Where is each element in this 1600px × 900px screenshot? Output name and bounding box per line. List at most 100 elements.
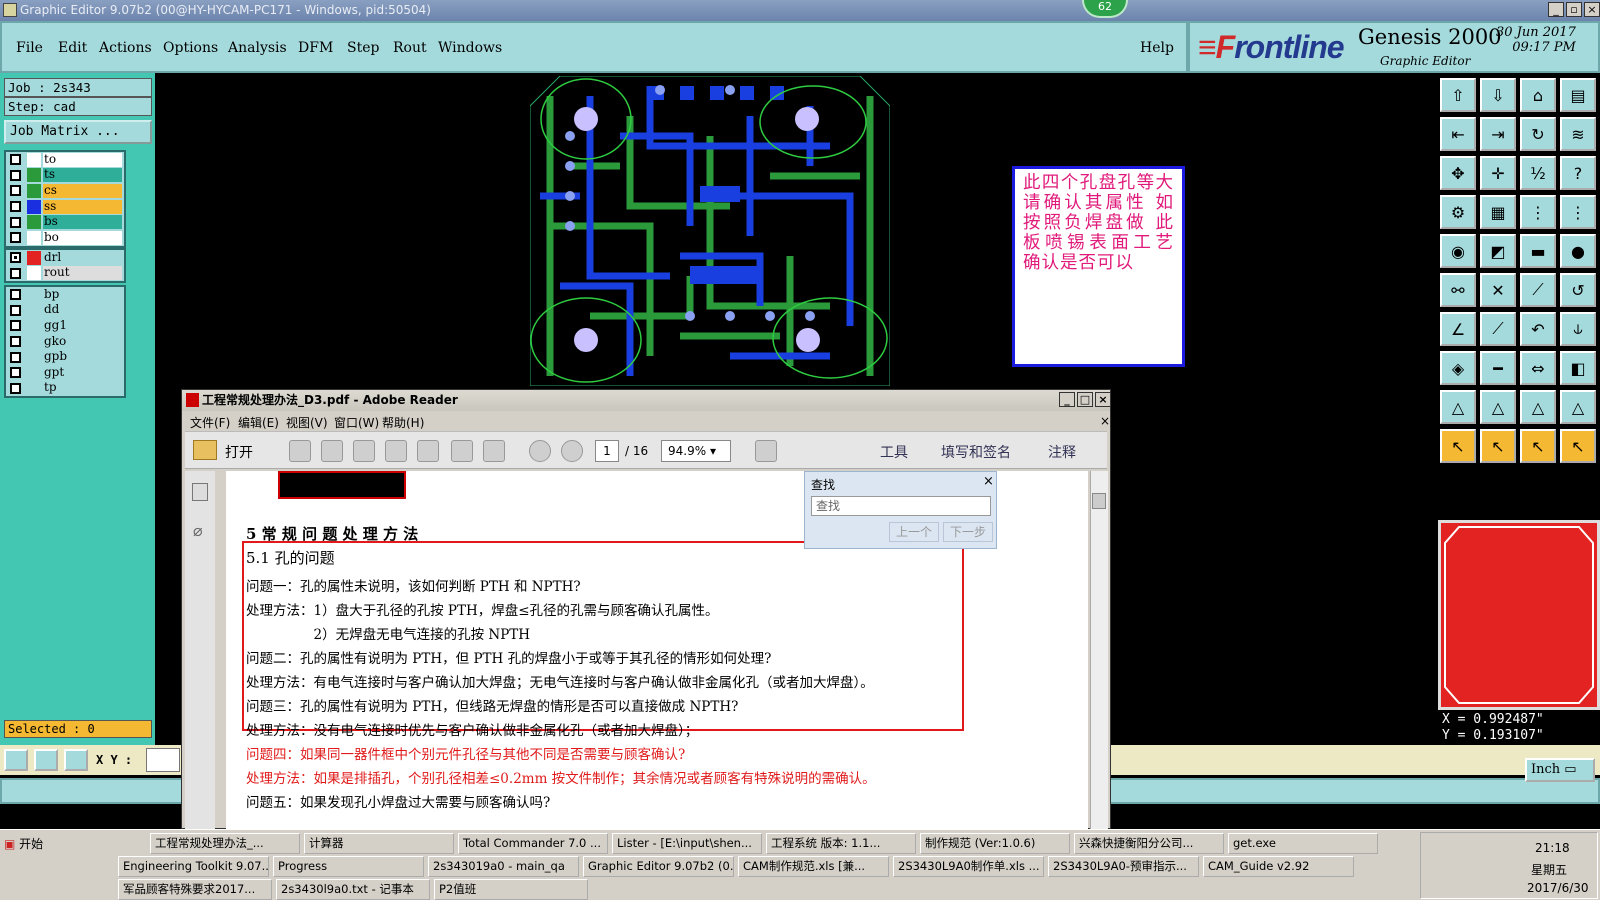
measure-icon[interactable]: ⇔ bbox=[1520, 351, 1556, 385]
menu-edit[interactable]: Edit bbox=[58, 40, 87, 56]
layer-color-swatch[interactable] bbox=[27, 215, 41, 230]
pdf-menu-help[interactable]: 帮助(H) bbox=[382, 414, 424, 431]
menu-windows[interactable]: Windows bbox=[438, 40, 502, 56]
layer-color-swatch[interactable] bbox=[27, 334, 41, 349]
layer-name[interactable]: rout bbox=[43, 266, 122, 281]
email-icon[interactable] bbox=[483, 440, 505, 462]
mirror-icon[interactable]: ≋ bbox=[1560, 117, 1596, 151]
layer-color-swatch[interactable] bbox=[27, 381, 41, 396]
layer-checkbox[interactable] bbox=[10, 367, 21, 379]
taskbar-item[interactable]: 工程常规处理办法_... bbox=[150, 833, 300, 854]
taskbar-item[interactable]: Lister - [E:\input\shen... bbox=[612, 833, 762, 854]
layer-row-gg1[interactable]: gg1 bbox=[6, 318, 124, 334]
select-icon[interactable]: ↖ bbox=[1440, 429, 1476, 463]
grid-icon[interactable] bbox=[64, 749, 88, 771]
layer-name[interactable]: gko bbox=[43, 334, 122, 349]
layer-checkbox[interactable] bbox=[10, 232, 21, 244]
xy-input[interactable] bbox=[146, 748, 180, 772]
layer-color-swatch[interactable] bbox=[27, 350, 41, 365]
layer-checkbox[interactable] bbox=[10, 304, 21, 316]
ruler-icon[interactable]: ▬ bbox=[1520, 234, 1556, 268]
tools-button[interactable]: 工具 bbox=[880, 442, 908, 462]
unit-selector[interactable]: Inch ▭ bbox=[1525, 758, 1595, 782]
drill-icon[interactable]: ⋮ bbox=[1560, 195, 1596, 229]
taskbar-item[interactable]: Progress bbox=[273, 856, 424, 877]
pdf-scrollbar[interactable] bbox=[1090, 471, 1108, 829]
layer-checkbox[interactable] bbox=[10, 267, 21, 279]
layers-icon[interactable]: ⋮ bbox=[1520, 195, 1556, 229]
rotate-icon[interactable]: ↻ bbox=[1520, 117, 1556, 151]
warn2-icon[interactable]: △ bbox=[1480, 390, 1516, 424]
pdf-doc-close-icon[interactable]: × bbox=[1100, 414, 1110, 428]
menu-step[interactable]: Step bbox=[347, 40, 379, 56]
taskbar-item[interactable]: get.exe bbox=[1228, 833, 1378, 854]
layer-color-swatch[interactable] bbox=[27, 287, 41, 302]
comment-button[interactable]: 注释 bbox=[1048, 442, 1076, 462]
shape-icon[interactable]: ◩ bbox=[1480, 234, 1516, 268]
layer-name[interactable]: gpb bbox=[43, 350, 122, 365]
undo-icon[interactable]: ↶ bbox=[1520, 312, 1556, 346]
page-up-icon[interactable] bbox=[529, 440, 551, 462]
measure-icon[interactable] bbox=[34, 749, 58, 771]
layer-checkbox[interactable] bbox=[10, 185, 21, 197]
edit-icon[interactable] bbox=[353, 440, 375, 462]
minimize-button[interactable]: _ bbox=[1548, 2, 1564, 17]
open-button[interactable]: 打开 bbox=[225, 442, 253, 462]
zoom-select[interactable]: 94.9% ▾ bbox=[661, 440, 731, 462]
scale-icon[interactable]: ½ bbox=[1520, 156, 1556, 190]
taskbar-item[interactable]: Graphic Editor 9.07b2 (0... bbox=[583, 856, 734, 877]
grid-icon[interactable]: ▦ bbox=[1480, 195, 1516, 229]
layer-name[interactable]: cs bbox=[43, 183, 122, 198]
layer-row-bo[interactable]: bo bbox=[6, 230, 124, 246]
layer-row-drl[interactable]: drl bbox=[6, 250, 124, 266]
save-icon[interactable] bbox=[417, 440, 439, 462]
pages-icon[interactable] bbox=[192, 483, 208, 501]
pdf-maximize-button[interactable]: □ bbox=[1077, 392, 1093, 407]
slash-icon[interactable]: ⟋ bbox=[1480, 312, 1516, 346]
layer-name[interactable]: gg1 bbox=[43, 318, 122, 333]
preview-pane[interactable] bbox=[1438, 520, 1600, 710]
layer-color-swatch[interactable] bbox=[27, 250, 41, 265]
attachment-icon[interactable]: ⌀ bbox=[193, 521, 203, 540]
draw-icon[interactable]: ∠ bbox=[1440, 312, 1476, 346]
close-button[interactable]: × bbox=[1584, 2, 1600, 17]
print-icon[interactable] bbox=[451, 440, 473, 462]
minus-icon[interactable]: ━ bbox=[1480, 351, 1516, 385]
open-icon[interactable]: ⇧ bbox=[1440, 78, 1476, 112]
layer-row-gko[interactable]: gko bbox=[6, 334, 124, 350]
layer-color-swatch[interactable] bbox=[27, 230, 41, 245]
layer-name[interactable]: bo bbox=[43, 230, 122, 245]
arc-icon[interactable]: ↺ bbox=[1560, 273, 1596, 307]
layer-checkbox[interactable] bbox=[10, 382, 21, 394]
find-input[interactable]: 查找 bbox=[811, 496, 991, 516]
left-icon[interactable]: ⇤ bbox=[1440, 117, 1476, 151]
pdf-close-button[interactable]: × bbox=[1095, 392, 1111, 407]
taskbar-item[interactable]: 2S3430L9A0制作单.xls ... bbox=[893, 856, 1044, 877]
taskbar-item[interactable]: Engineering Toolkit 9.07... bbox=[118, 856, 269, 877]
layer-row-gpt[interactable]: gpt bbox=[6, 365, 124, 381]
pad-icon[interactable]: ● bbox=[1560, 234, 1596, 268]
point-icon[interactable]: ◈ bbox=[1440, 351, 1476, 385]
fullscreen-icon[interactable] bbox=[755, 440, 777, 462]
layer-checkbox[interactable] bbox=[10, 351, 21, 363]
zoom-icon[interactable] bbox=[4, 749, 28, 771]
create-icon[interactable] bbox=[289, 440, 311, 462]
fill-sign-button[interactable]: 填写和签名 bbox=[941, 442, 1011, 462]
pdf-menu-window[interactable]: 窗口(W) bbox=[334, 414, 379, 431]
taskbar-item[interactable]: 2s3430l9a0.txt - 记事本 bbox=[276, 879, 430, 900]
home-icon[interactable]: ⌂ bbox=[1520, 78, 1556, 112]
layer-name[interactable]: bs bbox=[43, 215, 122, 230]
warn-icon[interactable]: △ bbox=[1440, 390, 1476, 424]
taskbar-item[interactable]: 计算器 bbox=[304, 833, 454, 854]
warn3-icon[interactable]: △ bbox=[1520, 390, 1556, 424]
warn4-icon[interactable]: △ bbox=[1560, 390, 1596, 424]
taskbar-item[interactable]: 2s343019a0 - main_qa bbox=[428, 856, 579, 877]
layer-row-gpb[interactable]: gpb bbox=[6, 349, 124, 365]
select3-icon[interactable]: ↖ bbox=[1520, 429, 1556, 463]
menu-options[interactable]: Options bbox=[163, 40, 218, 56]
layer-checkbox[interactable] bbox=[10, 320, 21, 332]
line-icon[interactable]: ⟋ bbox=[1520, 273, 1556, 307]
taskbar-item[interactable]: Total Commander 7.0 ... bbox=[458, 833, 608, 854]
menu-dfm[interactable]: DFM bbox=[298, 40, 333, 56]
layer-color-swatch[interactable] bbox=[27, 152, 41, 167]
